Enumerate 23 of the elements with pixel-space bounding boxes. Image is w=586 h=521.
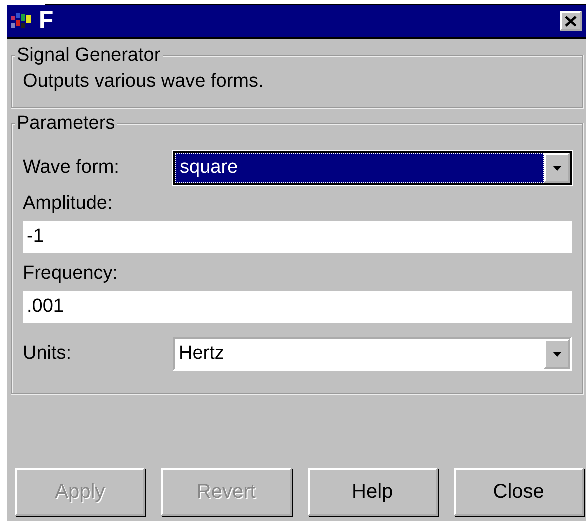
field-label: Wave form: — [23, 157, 120, 179]
input-field[interactable]: .001 — [23, 291, 572, 323]
description-text: Outputs various wave forms. — [23, 70, 265, 93]
group-title: Parameters — [16, 113, 116, 135]
dropdown-value: square — [175, 153, 544, 183]
close-icon — [565, 16, 577, 26]
field-label: Amplitude: — [23, 193, 114, 215]
dialog-button[interactable]: Close — [454, 468, 584, 516]
group-title: Signal Generator — [16, 45, 162, 67]
field-label: Frequency: — [23, 263, 120, 285]
close-button[interactable] — [560, 11, 582, 31]
caret-icon — [552, 166, 562, 170]
dialog-button[interactable]: Help — [308, 468, 438, 516]
input-field[interactable]: -1 — [23, 221, 572, 253]
field-label: Units: — [23, 343, 73, 365]
dropdown[interactable]: square — [173, 151, 572, 185]
dropdown[interactable]: Hertz — [173, 337, 572, 371]
dropdown-arrow-button[interactable] — [544, 153, 570, 183]
caret-icon — [552, 352, 562, 356]
window-title: F — [39, 7, 55, 35]
dropdown-value: Hertz — [178, 342, 226, 366]
dropdown-arrow-button[interactable] — [544, 339, 570, 369]
app-icon — [11, 12, 33, 30]
